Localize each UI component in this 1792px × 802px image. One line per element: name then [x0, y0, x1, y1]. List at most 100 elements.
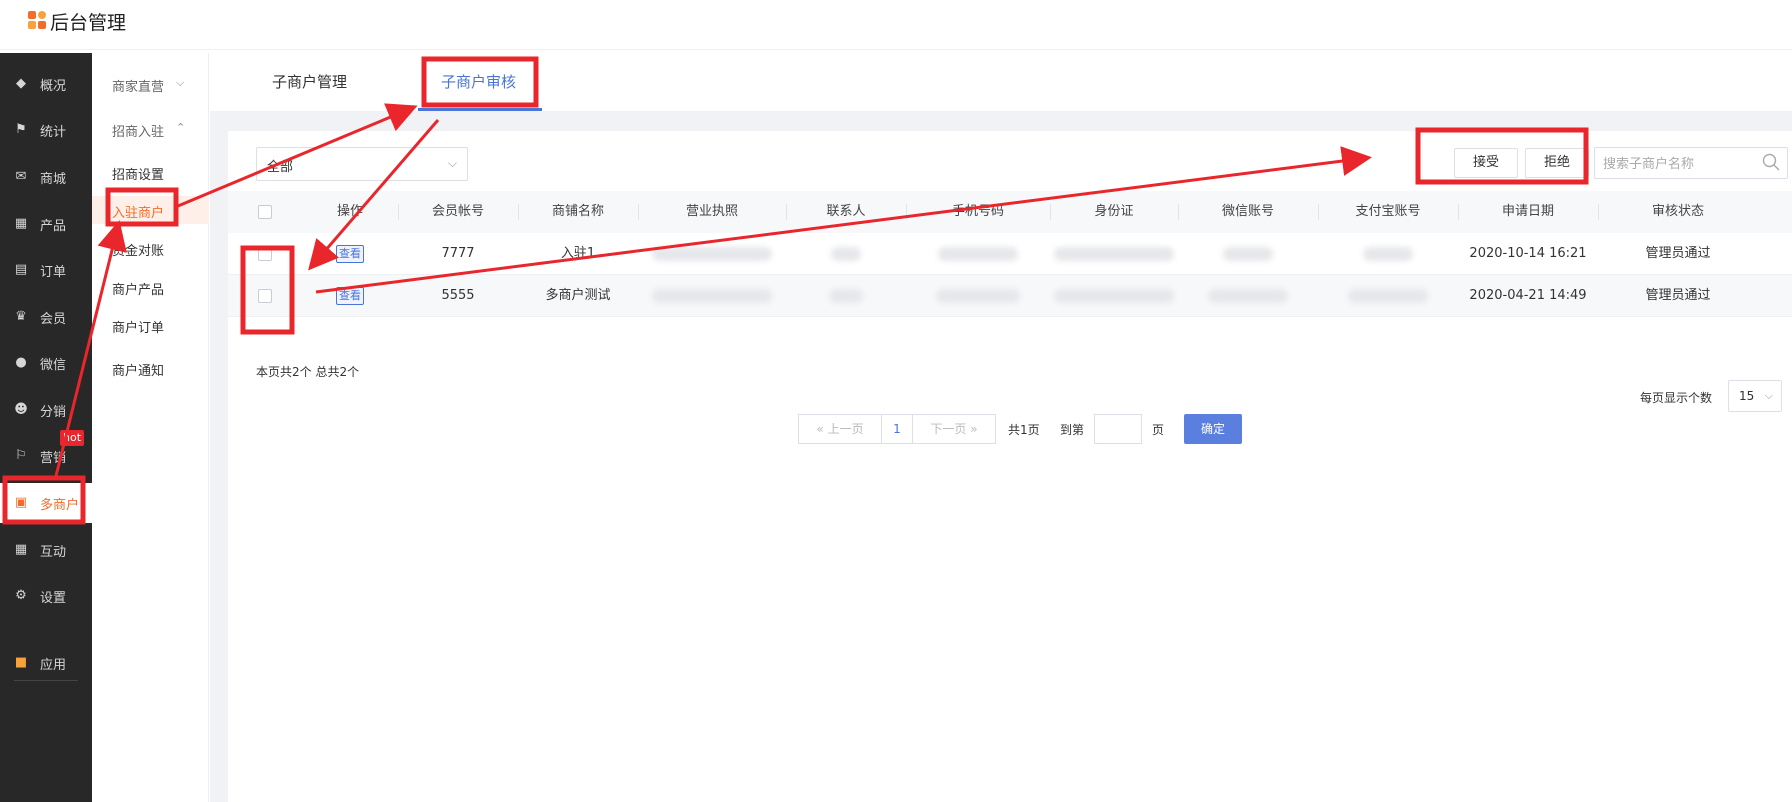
per-page-value: 15	[1739, 389, 1755, 403]
sidebar-item-label: 设置	[40, 591, 67, 606]
status-cell: 管理员通过	[1645, 288, 1711, 303]
submenu-item-joined-merchants[interactable]: 入驻商户	[92, 196, 209, 224]
submenu-group-join[interactable]: 招商入驻 ⌃	[92, 115, 209, 143]
sidebar-item-label: 营销	[40, 451, 67, 466]
submenu-group-label: 商家直营	[112, 80, 165, 95]
select-all-checkbox[interactable]	[258, 205, 272, 219]
submenu-item-merchant-notices[interactable]: 商户通知	[92, 354, 209, 382]
contact-cell-redacted	[786, 233, 906, 275]
phone-cell-redacted	[906, 233, 1050, 275]
chevron-down-icon: ⌵	[1764, 389, 1773, 402]
sub-sidebar: 商家直营 ⌵ 招商入驻 ⌃ 招商设置 入驻商户 资金对账 商户产品 商户订单 商…	[92, 53, 209, 802]
sidebar-item-orders[interactable]: ▤ 订单	[0, 250, 92, 290]
sidebar-item-settings[interactable]: ⚙ 设置	[0, 576, 92, 616]
app-title: 后台管理	[50, 12, 127, 34]
sidebar-item-overview[interactable]: ◆ 概况	[0, 64, 92, 104]
account-cell: 5555	[441, 288, 475, 303]
store-icon: ▣	[14, 495, 28, 510]
merchant-search	[1594, 147, 1788, 179]
sidebar-item-label: 分销	[40, 405, 67, 420]
account-cell: 7777	[441, 246, 475, 261]
chart-icon: ⚑	[15, 122, 27, 137]
col-header-action: 操作	[336, 204, 363, 219]
chevron-down-icon: ⌵	[447, 156, 457, 170]
page-number-current[interactable]: 1	[881, 414, 913, 444]
col-header-contact: 联系人	[826, 204, 866, 219]
id-card-cell-redacted	[1050, 233, 1178, 275]
goto-page-input[interactable]	[1094, 414, 1142, 444]
layers-icon: ◆	[16, 76, 26, 91]
row-checkbox[interactable]	[258, 289, 272, 303]
apply-date-cell: 2020-10-14 16:21	[1469, 246, 1587, 261]
per-page-select[interactable]: 15 ⌵	[1728, 380, 1782, 412]
sidebar-item-label: 多商户	[40, 498, 80, 513]
col-header-license: 营业执照	[685, 204, 738, 219]
submenu-group-direct[interactable]: 商家直营 ⌵	[92, 70, 209, 98]
col-header-apply-date: 申请日期	[1501, 204, 1554, 219]
sidebar-item-interaction[interactable]: ▦ 互动	[0, 530, 92, 570]
id-card-cell-redacted	[1050, 275, 1178, 317]
wechat-icon: ●	[15, 355, 27, 370]
sidebar-item-label: 应用	[40, 658, 67, 673]
view-button[interactable]: 查看	[336, 286, 364, 305]
submenu-item-merchant-orders[interactable]: 商户订单	[92, 311, 209, 339]
sidebar-item-mall[interactable]: ✉ 商城	[0, 157, 92, 197]
search-icon[interactable]	[1761, 152, 1781, 172]
submenu-item-label: 资金对账	[112, 244, 165, 259]
sidebar-item-apps[interactable]: ■ 应用	[0, 643, 92, 683]
submenu-item-reconciliation[interactable]: 资金对账	[92, 234, 209, 262]
goto-label: 到第	[1060, 423, 1085, 437]
action-cell: 查看	[302, 233, 398, 275]
shop-cell: 入驻1	[560, 246, 596, 261]
wechat-cell-redacted	[1178, 275, 1318, 317]
submenu-group-label: 招商入驻	[112, 125, 165, 140]
submenu-item-label: 入驻商户	[112, 206, 165, 221]
tab-bar: 子商户管理 子商户审核	[210, 53, 1792, 111]
tab-merchant-management[interactable]: 子商户管理	[272, 71, 347, 92]
next-page-button[interactable]: 下一页 »	[912, 414, 996, 444]
active-tab-indicator	[418, 108, 542, 111]
sidebar-item-members[interactable]: ♛ 会员	[0, 297, 92, 337]
flag-icon: ⚐	[15, 448, 27, 463]
merchant-search-input[interactable]	[1603, 154, 1763, 174]
tab-merchant-review[interactable]: 子商户审核	[441, 71, 516, 92]
apps-icon: ▦	[14, 542, 28, 557]
main-sidebar: ◆ 概况 ⚑ 统计 ✉ 商城 ▦ 产品 ▤ 订单 ♛ 会员 ● 微信 ☻ 分销 …	[0, 53, 92, 802]
sidebar-item-label: 微信	[40, 358, 67, 373]
col-header-status: 审核状态	[1651, 204, 1704, 219]
sidebar-item-products[interactable]: ▦ 产品	[0, 204, 92, 244]
status-cell: 管理员通过	[1645, 246, 1711, 261]
table-row: 查看 5555 多商户测试 2020-04-21 14:49 管理员通过	[228, 275, 1792, 317]
review-panel: 全部 ⌵ 接受 拒绝 操作 会员帐号 商铺名称 营业执照 联系人 手机号码	[228, 131, 1792, 802]
total-pages: 共1页	[1008, 423, 1040, 437]
reject-button[interactable]: 拒绝	[1525, 148, 1589, 178]
submenu-item-join-settings[interactable]: 招商设置	[92, 158, 209, 186]
chevron-up-icon: ⌃	[176, 121, 186, 134]
action-cell: 查看	[302, 275, 398, 317]
goto-confirm-button[interactable]: 确定	[1184, 414, 1242, 444]
sidebar-item-distribution[interactable]: ☻ 分销	[0, 390, 92, 430]
prev-page-button[interactable]: « 上一页	[798, 414, 882, 444]
apply-date-cell: 2020-04-21 14:49	[1469, 288, 1587, 303]
view-button[interactable]: 查看	[336, 244, 364, 263]
col-header-alipay: 支付宝账号	[1355, 204, 1421, 219]
hot-badge: hot	[60, 430, 85, 446]
gear-icon: ⚙	[15, 588, 27, 603]
sidebar-item-label: 商城	[40, 172, 67, 187]
row-checkbox[interactable]	[258, 247, 272, 261]
submenu-item-label: 招商设置	[112, 168, 165, 183]
sidebar-item-statistics[interactable]: ⚑ 统计	[0, 110, 92, 150]
app-grid-icon: ■	[14, 655, 28, 670]
users-icon: ☻	[14, 402, 28, 417]
status-filter-value: 全部	[267, 160, 294, 175]
contact-cell-redacted	[786, 275, 906, 317]
submenu-item-merchant-products[interactable]: 商户产品	[92, 273, 209, 301]
accept-button[interactable]: 接受	[1454, 148, 1518, 178]
submenu-item-label: 商户通知	[112, 364, 165, 379]
status-filter-select[interactable]: 全部 ⌵	[256, 147, 468, 181]
sidebar-item-wechat[interactable]: ● 微信	[0, 343, 92, 383]
table-header: 操作 会员帐号 商铺名称 营业执照 联系人 手机号码 身份证 微信账号 支付宝账…	[228, 191, 1792, 233]
sidebar-item-multi-merchant[interactable]: ▣ 多商户	[0, 483, 92, 523]
grid-icon: ▦	[14, 216, 28, 231]
chevron-down-icon: ⌵	[176, 76, 185, 89]
